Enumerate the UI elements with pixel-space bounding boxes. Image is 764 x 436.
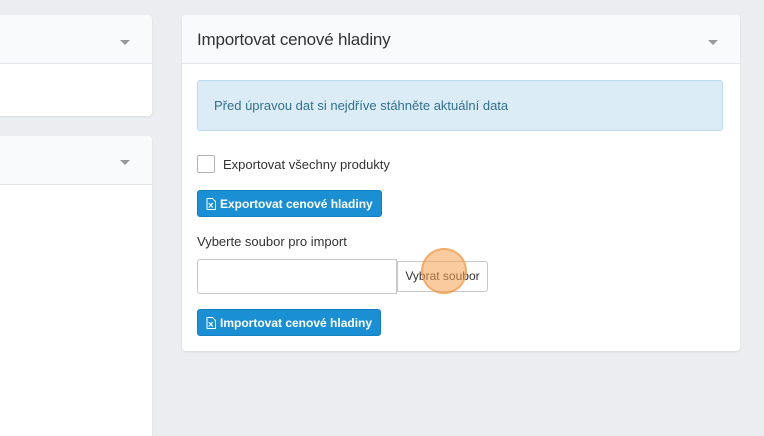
excel-file-icon bbox=[206, 316, 216, 329]
import-price-levels-button[interactable]: Importovat cenové hladiny bbox=[197, 309, 382, 336]
excel-file-icon bbox=[206, 197, 216, 210]
export-button-label: Exportovat cenové hladiny bbox=[220, 196, 373, 211]
file-path-input[interactable] bbox=[197, 259, 397, 294]
chevron-down-icon[interactable] bbox=[120, 40, 130, 45]
left-panel-top-header[interactable] bbox=[0, 15, 152, 64]
chevron-down-icon[interactable] bbox=[708, 40, 718, 45]
info-alert: Před úpravou dat si nejdříve stáhněte ak… bbox=[197, 80, 723, 131]
export-price-levels-button[interactable]: Exportovat cenové hladiny bbox=[197, 190, 382, 217]
chevron-down-icon[interactable] bbox=[120, 160, 130, 165]
choose-file-button[interactable]: Vybrat soubor bbox=[397, 261, 488, 292]
import-price-levels-panel: Importovat cenové hladiny Před úpravou d… bbox=[182, 15, 740, 351]
left-panel-bottom-header[interactable] bbox=[0, 136, 152, 185]
export-all-label[interactable]: Exportovat všechny produkty bbox=[223, 157, 390, 172]
panel-title: Importovat cenové hladiny bbox=[197, 30, 391, 49]
left-panel-bottom bbox=[0, 136, 152, 436]
import-button-label: Importovat cenové hladiny bbox=[220, 315, 373, 330]
panel-header[interactable]: Importovat cenové hladiny bbox=[182, 15, 740, 64]
file-import-label: Vyberte soubor pro import bbox=[197, 234, 347, 249]
left-panel-top bbox=[0, 15, 152, 116]
export-all-row[interactable]: Exportovat všechny produkty bbox=[197, 154, 390, 174]
export-all-checkbox[interactable] bbox=[197, 155, 215, 173]
